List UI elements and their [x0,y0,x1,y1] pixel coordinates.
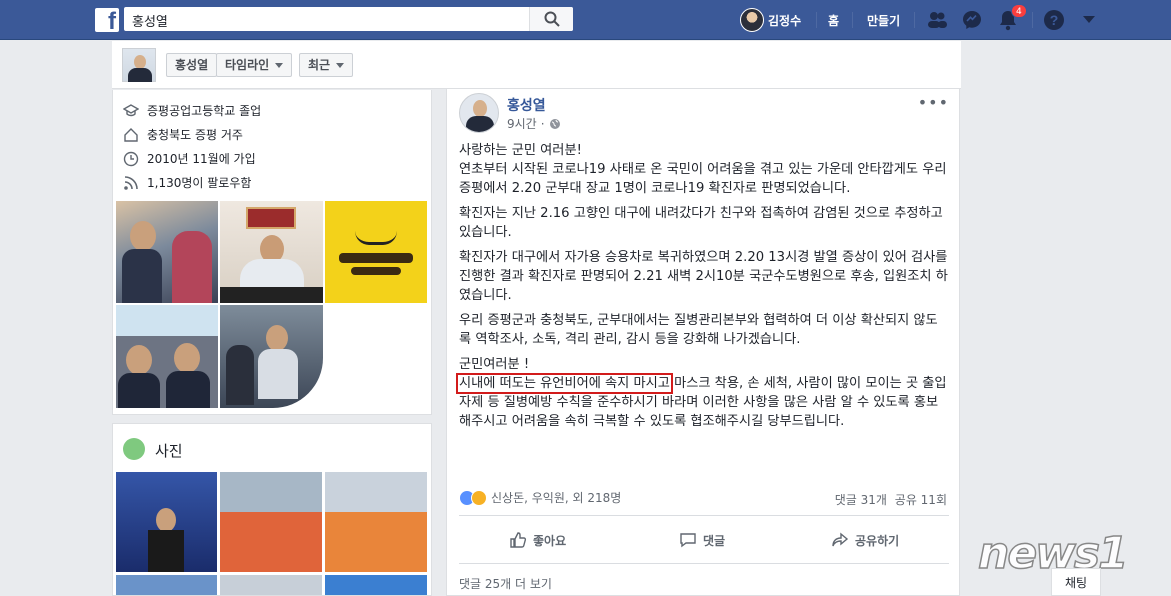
avatar [740,8,764,32]
post-paragraph-closing: 시내에 떠도는 유언비어에 속지 마시고 마스크 착용, 손 세척, 사람이 많… [456,373,949,431]
profile-link[interactable]: 김정수 [740,8,801,32]
featured-photo[interactable] [116,201,218,303]
divider [1032,12,1033,28]
photo-thumbnail[interactable] [325,575,427,595]
engagement-counts: 댓글 31개 공유 11회 [835,491,947,508]
post-paragraph: 군민여러분 ! [459,357,530,372]
intro-text: 충청북도 증평 거주 [147,128,243,142]
intro-row-followers: 1,130명이 팔로우함 [123,174,251,191]
share-button[interactable]: 공유하기 [831,531,899,549]
post-paragraph: 연초부터 시작된 코로나19 사태로 온 국민이 어려움을 겪고 있는 가운데 … [459,162,947,196]
rss-icon [124,175,138,190]
post-body: 사랑하는 군민 여러분! 연초부터 시작된 코로나19 사태로 온 국민이 어려… [456,141,949,437]
photos-card: 사진 [112,423,432,596]
top-navigation-bar: f 홍성열 김정수 홈 만들기 4 ? [0,0,1171,40]
home-link[interactable]: 홈 [828,12,839,29]
sad-reaction-icon [471,489,487,506]
chevron-down-icon[interactable] [1082,15,1096,25]
search-icon [544,11,560,27]
comment-button[interactable]: 댓글 [679,531,725,549]
education-icon [123,103,139,116]
chevron-down-icon [336,63,345,68]
clock-icon [123,151,139,166]
friend-requests-icon[interactable] [926,9,948,31]
search-input[interactable]: 홍성열 [124,7,573,31]
post-timestamp[interactable]: 9시간 · [507,115,561,132]
intro-card: 증평공업고등학교 졸업 충청북도 증평 거주 2010년 11월에 가입 1,1… [112,90,432,415]
globe-icon [549,118,560,129]
messenger-icon[interactable] [961,9,983,31]
divider [852,12,853,28]
reactions-summary[interactable]: 신상돈, 우익원, 외 218명 [459,489,621,506]
facebook-logo[interactable]: f [95,8,119,32]
divider [459,563,949,564]
photo-thumbnail[interactable] [325,472,427,572]
search-button[interactable] [529,7,573,31]
intro-text: 1,130명이 팔로우함 [147,176,252,190]
photos-title[interactable]: 사진 [155,440,183,461]
like-label: 좋아요 [533,533,567,548]
intro-row-residence: 충청북도 증평 거주 [123,126,243,143]
intro-row-joined: 2010년 11월에 가입 [123,150,256,167]
breadcrumb-name[interactable]: 홍성열 [166,53,218,77]
post-time-text: 9시간 [507,117,537,131]
user-name: 김정수 [768,13,802,28]
post-paragraph: 사랑하는 군민 여러분! [459,143,582,158]
photo-icon [123,438,145,460]
divider [914,12,915,28]
chat-button[interactable]: 채팅 [1051,568,1101,596]
chevron-down-icon [275,63,284,68]
featured-photo[interactable] [220,305,323,408]
comments-count[interactable]: 댓글 31개 [835,493,887,507]
view-more-comments-link[interactable]: 댓글 25개 더 보기 [459,575,552,592]
post-options-button[interactable]: ••• [918,93,949,112]
post-paragraph: 확진자가 대구에서 자가용 승용차로 복귀하였으며 2.20 13시경 발열 증… [459,250,948,303]
featured-photo[interactable] [116,305,218,408]
home-icon [124,127,138,142]
intro-text: 증평공업고등학교 졸업 [147,104,262,118]
reactions-text: 신상돈, 우익원, 외 218명 [491,491,622,505]
profile-avatar[interactable] [122,48,156,82]
share-icon [832,532,849,547]
help-icon[interactable]: ? [1043,9,1065,31]
profile-sticky-header: 홍성열 타임라인 최근 [112,41,961,89]
post-paragraph: 우리 증평군과 충청북도, 군부대에서는 질병관리본부와 협력하여 더 이상 확… [459,313,938,347]
photo-thumbnail[interactable] [220,575,322,595]
photo-thumbnail[interactable] [220,472,322,572]
comment-icon [680,533,696,548]
share-label: 공유하기 [855,533,900,548]
photo-thumbnail[interactable] [116,575,217,595]
divider [816,12,817,28]
post-author-name[interactable]: 홍성열 [507,95,546,115]
timeline-dropdown[interactable]: 타임라인 [216,53,293,77]
svg-text:?: ? [1050,12,1059,28]
intro-text: 2010년 11월에 가입 [147,152,256,166]
post-card: 홍성열 9시간 · ••• 사랑하는 군민 여러분! 연초부터 시작된 코로나1… [446,89,960,596]
like-button[interactable]: 좋아요 [509,531,566,549]
notification-badge: 4 [1011,4,1027,18]
separator: · [540,116,545,131]
intro-row-education: 증평공업고등학교 졸업 [123,102,261,119]
post-paragraph: 확진자는 지난 2.16 고향인 대구에 내려갔다가 친구와 접촉하여 감염된 … [459,206,943,240]
recent-dropdown[interactable]: 최근 [299,53,354,77]
divider [459,515,949,516]
create-link[interactable]: 만들기 [867,12,900,29]
shares-count[interactable]: 공유 11회 [895,493,947,507]
photo-thumbnail[interactable] [116,472,217,572]
search-query[interactable]: 홍성열 [132,11,168,30]
featured-photo[interactable] [220,201,323,303]
highlighted-text: 시내에 떠도는 유언비어에 속지 마시고 [456,373,673,394]
post-author-avatar[interactable] [459,93,499,133]
comment-label: 댓글 [703,533,726,548]
featured-photo[interactable] [325,201,427,303]
thumbs-up-icon [510,532,527,548]
